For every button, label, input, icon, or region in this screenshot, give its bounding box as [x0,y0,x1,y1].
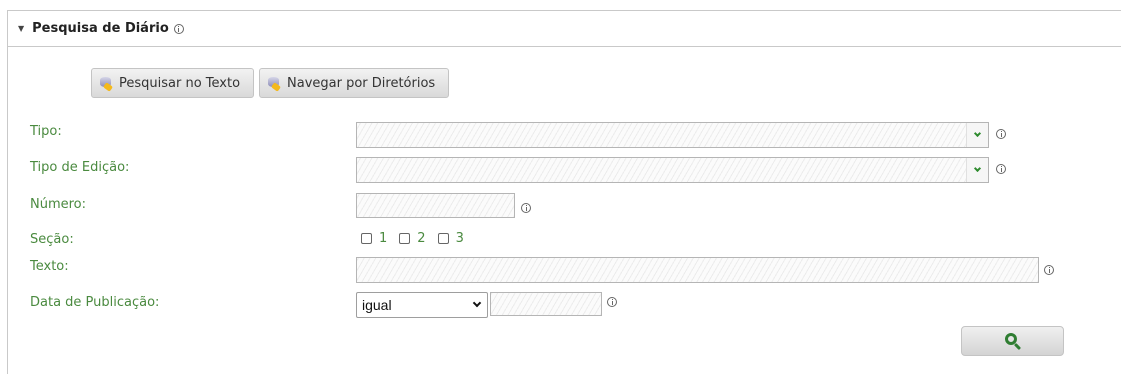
tipo-info-icon[interactable] [996,129,1006,139]
search-text-button[interactable]: Pesquisar no Texto [91,68,254,98]
info-icon[interactable] [173,23,184,34]
date-operator-value: igual [362,297,392,313]
magnifier-icon [1004,332,1022,351]
tipo-edicao-label: Tipo de Edição: [30,160,130,175]
panel-header[interactable]: ▼ Pesquisa de Diário [8,11,1121,47]
texto-info-icon[interactable] [1044,265,1054,275]
secao-checkbox-label: 3 [455,231,464,246]
search-panel: ▼ Pesquisa de Diário [7,10,1121,374]
browse-directories-button-label: Navegar por Diretórios [287,75,436,91]
chevron-down-icon[interactable] [966,158,988,182]
secao-checkbox-3[interactable] [437,233,449,244]
chevron-down-icon[interactable] [966,123,988,147]
numero-label: Número: [30,197,87,212]
tipo-edicao-info-icon[interactable] [996,164,1006,174]
search-text-button-label: Pesquisar no Texto [119,75,241,91]
search-button[interactable] [961,326,1064,356]
secao-checkbox-label: 2 [417,231,426,246]
secao-checkbox-group: 1 2 3 [361,231,476,246]
secao-label: Seção: [30,232,74,247]
date-info-icon[interactable] [607,297,617,307]
panel-title: Pesquisa de Diário [32,21,169,36]
secao-checkbox-1[interactable] [361,233,372,244]
tipo-edicao-select[interactable] [356,157,989,183]
texto-input[interactable] [356,257,1039,283]
date-input[interactable] [490,292,602,316]
secao-checkbox-2[interactable] [399,233,411,244]
collapse-triangle-icon[interactable]: ▼ [18,24,24,33]
tipo-label: Tipo: [30,124,62,139]
secao-checkbox-label: 1 [379,231,388,246]
database-search-icon [98,75,116,92]
chevron-down-icon [472,298,482,308]
numero-info-icon[interactable] [521,203,531,213]
texto-label: Texto: [30,259,69,274]
database-search-icon [266,75,284,92]
date-operator-select[interactable]: igual [356,292,488,318]
tipo-select[interactable] [356,122,989,148]
numero-input[interactable] [356,193,515,218]
data-publicacao-label: Data de Publicação: [30,295,160,310]
browse-directories-button[interactable]: Navegar por Diretórios [259,68,449,98]
